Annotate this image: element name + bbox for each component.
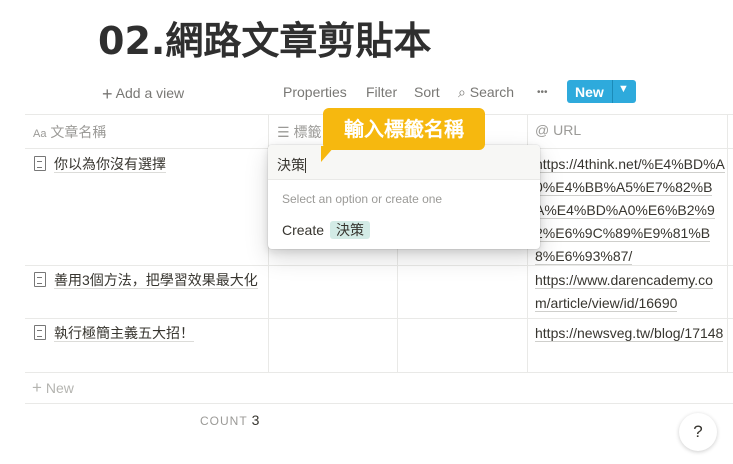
count-label: COUNT — [200, 414, 248, 428]
count-value: 3 — [251, 412, 260, 428]
row-url[interactable]: https://www.darencademy.com/article/view… — [535, 269, 725, 315]
row-url[interactable]: https://4think.net/%E4%BD%A0%E4%BB%A5%E7… — [535, 153, 725, 268]
tag-chip: 決策 — [330, 221, 371, 239]
table-row-name[interactable]: 善用3個方法，把學習效果最大化 — [34, 269, 259, 292]
sort-button[interactable]: Sort — [414, 84, 440, 100]
column-header-url[interactable]: @ URL — [535, 122, 581, 138]
table-row-name[interactable]: 執行極簡主義五大招！ — [34, 322, 259, 345]
divider — [25, 318, 733, 319]
search-button[interactable]: ⌕ Search — [458, 84, 514, 101]
create-option[interactable]: Create 決策 — [282, 220, 371, 240]
new-button[interactable]: New ▼ — [567, 80, 636, 103]
divider — [25, 403, 733, 404]
list-icon: ☰ — [277, 124, 290, 140]
text-property-icon: Aa — [33, 128, 47, 140]
row-title[interactable]: 執行極簡主義五大招！ — [54, 325, 194, 342]
row-title[interactable]: 你以為你沒有選擇 — [54, 156, 166, 173]
help-button[interactable]: ? — [679, 413, 717, 451]
plus-icon: + — [102, 84, 113, 104]
page-title: 02.網路文章剪貼本 — [98, 19, 432, 63]
tag-select-popup: 決策 Select an option or create one Create… — [268, 145, 540, 249]
table-row-name[interactable]: 你以為你沒有選擇 — [34, 153, 259, 176]
annotation-callout: 輸入標籤名稱 — [323, 108, 485, 150]
row-url[interactable]: https://newsveg.tw/blog/17148 — [535, 322, 725, 345]
row-title[interactable]: 善用3個方法，把學習效果最大化 — [54, 272, 258, 289]
page-icon — [34, 325, 46, 340]
divider — [25, 372, 733, 373]
column-header-name[interactable]: Aa 文章名稱 — [33, 122, 106, 142]
url-link[interactable]: https://4think.net/%E4%BD%A0%E4%BB%A5%E7… — [535, 156, 725, 265]
url-link[interactable]: https://newsveg.tw/blog/17148 — [535, 325, 724, 342]
plus-icon: + — [32, 378, 42, 397]
page-icon — [34, 272, 46, 287]
input-value: 決策 — [277, 157, 305, 173]
column-header-label: URL — [553, 122, 582, 138]
filter-button[interactable]: Filter — [366, 84, 397, 100]
link-icon: @ — [535, 122, 550, 138]
new-button-label: New — [575, 84, 604, 100]
add-row-button[interactable]: + New — [32, 376, 74, 400]
properties-button[interactable]: Properties — [283, 84, 347, 100]
add-row-label: New — [45, 380, 74, 396]
column-header-tags[interactable]: ☰ 標籤 — [277, 122, 321, 142]
add-view-button[interactable]: + Add a view — [102, 84, 184, 105]
search-icon: ⌕ — [458, 84, 466, 100]
divider — [727, 114, 728, 372]
column-header-label: 文章名稱 — [50, 124, 107, 140]
page-icon — [34, 156, 46, 171]
more-icon[interactable]: ••• — [537, 87, 548, 98]
create-label: Create — [282, 222, 325, 238]
popup-hint: Select an option or create one — [282, 192, 443, 206]
column-header-label: 標籤 — [293, 124, 322, 140]
divider — [612, 80, 613, 103]
text-caret — [305, 158, 306, 173]
tag-search-input[interactable]: 決策 — [268, 145, 540, 180]
count-summary[interactable]: COUNT 3 — [200, 409, 259, 433]
add-view-label: Add a view — [115, 85, 185, 101]
chevron-down-icon[interactable]: ▼ — [618, 83, 629, 95]
search-label: Search — [469, 84, 515, 100]
url-link[interactable]: https://www.darencademy.com/article/view… — [535, 272, 713, 312]
